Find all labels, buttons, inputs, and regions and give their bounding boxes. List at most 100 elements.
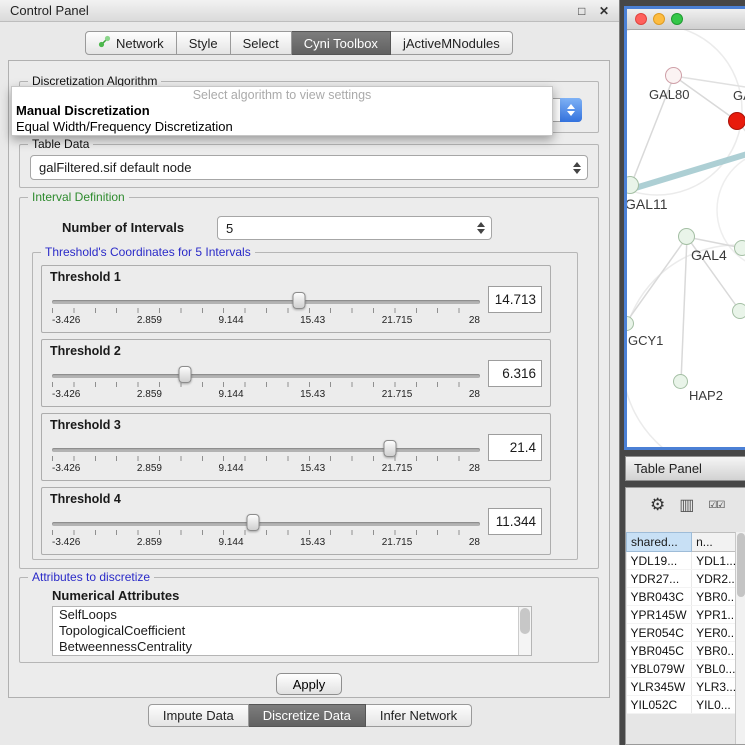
threshold-2-slider[interactable]: -3.426 2.859 9.144 15.43 21.715 28 — [52, 362, 480, 404]
tick-label: 28 — [469, 463, 480, 474]
network-canvas[interactable]: GAL80 GA GAL11 GAL4 GCY1 HAP2 — [627, 30, 745, 447]
tick-label: -3.426 — [52, 463, 80, 474]
threshold-4-slider-thumb[interactable] — [247, 514, 260, 531]
threshold-1-value-field[interactable]: 14.713 — [488, 286, 542, 313]
table-panel-titlebar: Table Panel — [625, 456, 745, 481]
combobox-arrows-icon — [567, 162, 587, 174]
threshold-3-value-field[interactable]: 21.4 — [488, 434, 542, 461]
columns-icon[interactable]: ▥ — [679, 495, 694, 515]
table-row[interactable]: YBR045CYBR0... — [627, 642, 745, 660]
tick-label: -3.426 — [52, 389, 80, 400]
control-panel-titlebar: Control Panel □ ✕ — [0, 0, 619, 22]
select-columns-checkboxes-icon[interactable]: ☑☑ — [708, 500, 724, 511]
slider-track — [52, 522, 480, 526]
cell[interactable]: YIL052C — [627, 696, 692, 714]
tick-label: 21.715 — [382, 537, 413, 548]
zoom-traffic-light-icon[interactable] — [671, 13, 683, 25]
table-row[interactable]: YDR27...YDR2... — [627, 570, 745, 588]
network-node-gal4[interactable] — [678, 228, 695, 245]
list-item-topologicalcoefficient[interactable]: TopologicalCoefficient — [53, 623, 531, 639]
cell[interactable]: YDL19... — [627, 552, 692, 570]
network-node-hap2[interactable] — [673, 374, 688, 389]
table-row[interactable]: YPR145WYPR1... — [627, 606, 745, 624]
thresholds-group-title: Threshold's Coordinates for 5 Intervals — [41, 245, 255, 259]
threshold-3-slider[interactable]: -3.426 2.859 9.144 15.43 21.715 28 — [52, 436, 480, 478]
table-scrollbar-thumb[interactable] — [737, 533, 745, 597]
apply-button[interactable]: Apply — [276, 673, 342, 695]
tab-label: jActiveMNodules — [403, 36, 500, 51]
threshold-3-slider-thumb[interactable] — [384, 440, 397, 457]
cyni-toolbox-panel: Discretization Algorithm Select algorith… — [8, 60, 610, 698]
list-scrollbar-thumb[interactable] — [520, 608, 530, 634]
network-node-right-mid[interactable] — [734, 240, 745, 256]
table-data-combobox[interactable]: galFiltered.sif default node — [30, 155, 588, 180]
close-window-icon[interactable]: ✕ — [599, 4, 609, 18]
list-scrollbar[interactable] — [518, 607, 531, 655]
network-node-pink[interactable] — [665, 67, 682, 84]
number-of-intervals-value: 5 — [218, 221, 471, 236]
tab-discretize-data[interactable]: Discretize Data — [249, 704, 366, 727]
tab-style[interactable]: Style — [177, 31, 231, 55]
threshold-4-value-field[interactable]: 11.344 — [488, 508, 542, 535]
threshold-3-title: Threshold 3 — [50, 418, 121, 432]
table-row[interactable]: YLR345WYLR3... — [627, 678, 745, 696]
settings-gear-icon[interactable]: ⚙ — [650, 495, 665, 515]
threshold-4-slider[interactable]: -3.426 2.859 9.144 15.43 21.715 28 — [52, 510, 480, 552]
tab-label: Cyni Toolbox — [304, 36, 378, 51]
slider-tick-labels: -3.426 2.859 9.144 15.43 21.715 28 — [52, 315, 480, 326]
tab-network[interactable]: Network — [85, 31, 177, 55]
combobox-stepper-icon[interactable] — [560, 98, 582, 122]
list-item-selfloops[interactable]: SelfLoops — [53, 607, 531, 623]
attributes-group: Attributes to discretize Numerical Attri… — [19, 577, 599, 663]
popup-item-manual-discretization[interactable]: Manual Discretization — [12, 103, 552, 119]
slider-track — [52, 374, 480, 378]
tick-label: 21.715 — [382, 463, 413, 474]
cell[interactable]: YPR145W — [627, 606, 692, 624]
cell[interactable]: YLR345W — [627, 678, 692, 696]
close-traffic-light-icon[interactable] — [635, 13, 647, 25]
threshold-3-panel: Threshold 3 -3.426 2.859 9.144 15.43 21.… — [41, 413, 551, 481]
table-scrollbar[interactable] — [735, 532, 745, 744]
number-of-intervals-combobox[interactable]: 5 — [217, 216, 492, 240]
float-window-icon[interactable]: □ — [578, 4, 585, 18]
tab-cyni-toolbox[interactable]: Cyni Toolbox — [292, 31, 391, 55]
table-row[interactable]: YBR043CYBR0... — [627, 588, 745, 606]
window-buttons: □ ✕ — [568, 3, 609, 18]
tab-impute-data[interactable]: Impute Data — [148, 704, 249, 727]
numerical-attributes-list: SelfLoops TopologicalCoefficient Between… — [52, 606, 532, 656]
threshold-4-panel: Threshold 4 -3.426 2.859 9.144 15.43 21.… — [41, 487, 551, 555]
threshold-1-slider-thumb[interactable] — [292, 292, 305, 309]
list-item-betweennesscentrality[interactable]: BetweennessCentrality — [53, 639, 531, 655]
tab-select[interactable]: Select — [231, 31, 292, 55]
cell[interactable]: YBL079W — [627, 660, 692, 678]
network-node-right-lower[interactable] — [732, 303, 745, 319]
popup-item-equal-width-frequency[interactable]: Equal Width/Frequency Discretization — [12, 119, 552, 135]
control-panel-title: Control Panel — [10, 3, 89, 18]
cell[interactable]: YER054C — [627, 624, 692, 642]
network-node-selected-red[interactable] — [728, 112, 745, 130]
minimize-traffic-light-icon[interactable] — [653, 13, 665, 25]
node-attribute-table: shared... n... YDL19...YDL1... YDR27...Y… — [626, 532, 745, 714]
threshold-2-slider-thumb[interactable] — [178, 366, 191, 383]
table-row[interactable]: YBL079WYBL0... — [627, 660, 745, 678]
table-row[interactable]: YDL19...YDL1... — [627, 552, 745, 570]
threshold-2-value-field[interactable]: 6.316 — [488, 360, 542, 387]
tick-label: 9.144 — [219, 389, 244, 400]
slider-tick-labels: -3.426 2.859 9.144 15.43 21.715 28 — [52, 463, 480, 474]
threshold-1-slider[interactable]: -3.426 2.859 9.144 15.43 21.715 28 — [52, 288, 480, 330]
table-row[interactable]: YER054CYER0... — [627, 624, 745, 642]
tab-label: Style — [189, 36, 218, 51]
cell[interactable]: YBR045C — [627, 642, 692, 660]
slider-tick-labels: -3.426 2.859 9.144 15.43 21.715 28 — [52, 537, 480, 548]
table-row[interactable]: YIL052CYIL0... — [627, 696, 745, 714]
numerical-attributes-label: Numerical Attributes — [52, 588, 179, 603]
tab-infer-network[interactable]: Infer Network — [366, 704, 472, 727]
column-header-shared-name[interactable]: shared... — [627, 533, 692, 552]
tick-label: 2.859 — [137, 389, 162, 400]
cell[interactable]: YBR043C — [627, 588, 692, 606]
threshold-2-panel: Threshold 2 -3.426 2.859 9.144 15.43 21.… — [41, 339, 551, 407]
table-panel-body: ⚙ ▥ ☑☑ shared... n... YDL19...YDL1... YD… — [625, 487, 745, 745]
table-data-group: Table Data galFiltered.sif default node — [19, 144, 599, 188]
tab-jactivemnodules[interactable]: jActiveMNodules — [391, 31, 513, 55]
cell[interactable]: YDR27... — [627, 570, 692, 588]
